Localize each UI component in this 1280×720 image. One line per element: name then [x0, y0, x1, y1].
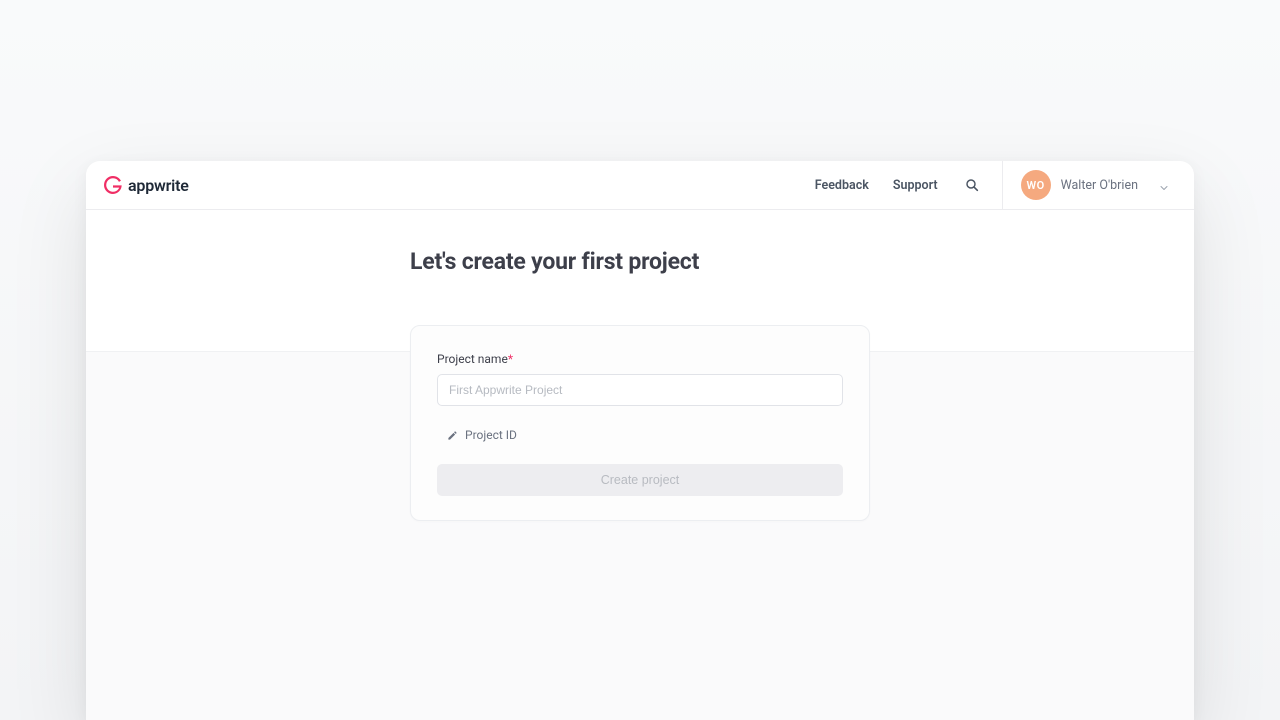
create-project-card: Project name* Project ID Create project [410, 325, 870, 521]
search-button[interactable] [964, 177, 980, 193]
header-bar: appwrite Feedback Support WO Walter O'br… [86, 161, 1194, 210]
project-id-label: Project ID [465, 428, 517, 442]
user-name: Walter O'brien [1061, 178, 1138, 193]
brand-logo[interactable]: appwrite [104, 176, 189, 195]
chevron-down-icon [1158, 179, 1170, 191]
appwrite-logo-icon [104, 176, 122, 194]
header-nav: Feedback Support [815, 177, 980, 193]
page-title: Let's create your first project [410, 248, 699, 275]
project-name-label-text: Project name [437, 352, 508, 366]
project-name-input[interactable] [437, 374, 843, 406]
project-id-toggle[interactable]: Project ID [437, 428, 843, 442]
header-divider [1002, 161, 1003, 210]
support-link[interactable]: Support [893, 178, 938, 193]
avatar: WO [1021, 170, 1051, 200]
app-window: appwrite Feedback Support WO Walter O'br… [86, 161, 1194, 720]
search-icon [964, 177, 980, 193]
pencil-icon [447, 430, 458, 441]
user-menu[interactable]: WO Walter O'brien [1021, 170, 1176, 200]
brand-name: appwrite [128, 176, 189, 195]
create-project-button[interactable]: Create project [437, 464, 843, 496]
project-name-label: Project name* [437, 352, 843, 366]
feedback-link[interactable]: Feedback [815, 178, 869, 193]
required-asterisk: * [508, 352, 513, 366]
